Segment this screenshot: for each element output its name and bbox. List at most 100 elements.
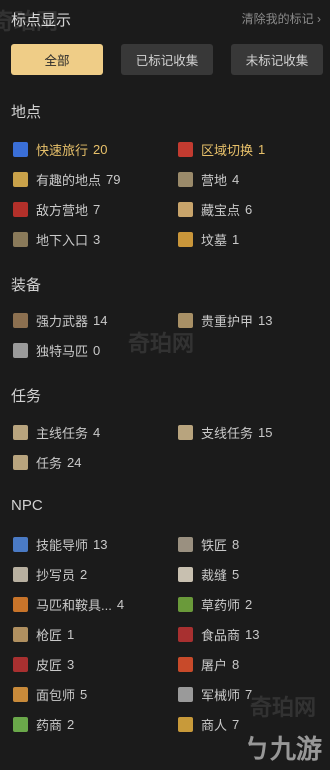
armorer-icon	[178, 686, 193, 702]
category-label: 区域切换	[201, 142, 254, 158]
category-count: 8	[232, 656, 240, 672]
pin-icon	[13, 171, 28, 187]
treasure-map-icon	[178, 201, 193, 217]
category-label: 有趣的地点	[36, 172, 102, 188]
category-item-npc[interactable]: 皮匠 3	[13, 654, 74, 674]
category-label: 技能导师	[36, 537, 89, 553]
butcher-icon	[178, 656, 193, 672]
category-count: 4	[116, 596, 125, 612]
category-count: 4	[232, 171, 240, 187]
category-item-locations[interactable]: 地下入口 3	[13, 229, 100, 249]
section-title-locations: 地点	[11, 104, 42, 121]
category-count: 7	[93, 201, 101, 217]
category-label: 面包师	[36, 687, 76, 703]
bread-icon	[13, 686, 28, 702]
category-label: 抄写员	[36, 567, 76, 583]
category-count: 4	[93, 424, 101, 440]
category-label: 任务	[36, 455, 63, 471]
category-label: 商人	[201, 717, 228, 733]
category-item-npc[interactable]: 技能导师 13	[13, 534, 107, 554]
category-count: 7	[232, 716, 240, 732]
category-item-npc[interactable]: 军械师 7	[178, 684, 252, 704]
section-title-quests: 任务	[11, 388, 42, 405]
category-count: 13	[245, 626, 260, 642]
underground-icon	[13, 231, 28, 247]
merchant-icon	[178, 716, 193, 732]
filter-marked-button[interactable]: 已标记收集	[121, 44, 213, 75]
category-item-npc[interactable]: 马匹和鞍具... 4	[13, 594, 124, 614]
category-item-locations[interactable]: 营地 4	[178, 169, 239, 189]
category-item-npc[interactable]: 抄写员 2	[13, 564, 87, 584]
saddle-icon	[13, 596, 28, 612]
header: 标点显示 清除我的标记 ›	[0, 0, 330, 36]
category-item-npc[interactable]: 食品商 13	[178, 624, 259, 644]
category-label: 铁匠	[201, 537, 228, 553]
trainer-icon	[13, 536, 28, 552]
quill-icon	[13, 566, 28, 582]
category-item-npc[interactable]: 裁缝 5	[178, 564, 239, 584]
category-label: 地下入口	[36, 232, 89, 248]
category-item-quests[interactable]: 任务 24	[13, 452, 81, 472]
category-item-npc[interactable]: 铁匠 8	[178, 534, 239, 554]
category-count: 8	[232, 536, 240, 552]
category-item-locations[interactable]: 藏宝点 6	[178, 199, 252, 219]
category-count: 3	[93, 231, 101, 247]
potion-icon	[13, 716, 28, 732]
clear-markers-link[interactable]: 清除我的标记 ›	[242, 10, 321, 27]
category-item-quests[interactable]: 主线任务 4	[13, 422, 100, 442]
category-count: 3	[67, 656, 75, 672]
hammer-icon	[178, 536, 193, 552]
category-label: 皮匠	[36, 657, 63, 673]
category-count: 13	[93, 536, 108, 552]
category-item-locations[interactable]: 有趣的地点 79	[13, 169, 120, 189]
category-count: 6	[245, 201, 253, 217]
category-item-locations[interactable]: 区域切换 1	[178, 139, 265, 159]
category-label: 食品商	[201, 627, 241, 643]
main-quest-shield-icon	[13, 424, 28, 440]
category-count: 1	[67, 626, 75, 642]
category-label: 主线任务	[36, 425, 89, 441]
category-item-quests[interactable]: 支线任务 15	[178, 422, 272, 442]
category-label: 枪匠	[36, 627, 63, 643]
page-title: 标点显示	[11, 12, 72, 29]
category-label: 军械师	[201, 687, 241, 703]
category-count: 15	[258, 424, 273, 440]
category-label: 支线任务	[201, 425, 254, 441]
category-label: 草药师	[201, 597, 241, 613]
category-count: 7	[245, 686, 253, 702]
section-title-npc: NPC	[11, 497, 43, 514]
enemy-camp-icon	[13, 201, 28, 217]
category-item-npc[interactable]: 草药师 2	[178, 594, 252, 614]
category-item-gear[interactable]: 强力武器 14	[13, 310, 107, 330]
category-count: 2	[80, 566, 88, 582]
quest-shield-icon	[13, 454, 28, 470]
category-item-npc[interactable]: 商人 7	[178, 714, 239, 734]
needle-icon	[178, 566, 193, 582]
category-count: 0	[93, 342, 101, 358]
category-item-npc[interactable]: 面包师 5	[13, 684, 87, 704]
category-label: 藏宝点	[201, 202, 241, 218]
category-item-gear[interactable]: 独特马匹 0	[13, 340, 100, 360]
category-label: 裁缝	[201, 567, 228, 583]
fast-travel-icon	[13, 141, 28, 157]
filter-all-button[interactable]: 全部	[11, 44, 103, 75]
category-item-locations[interactable]: 快速旅行 20	[13, 139, 107, 159]
watermark: 奇珀网	[250, 695, 317, 720]
jiuyou-logo: ㄅ九游	[244, 729, 322, 766]
category-item-locations[interactable]: 敌方营地 7	[13, 199, 100, 219]
category-count: 24	[67, 454, 82, 470]
gunsmith-icon	[13, 626, 28, 642]
category-item-npc[interactable]: 枪匠 1	[13, 624, 74, 644]
category-item-locations[interactable]: 坟墓 1	[178, 229, 239, 249]
category-label: 独特马匹	[36, 343, 89, 359]
region-switch-icon	[178, 141, 193, 157]
category-count: 1	[258, 141, 266, 157]
side-quest-shield-icon	[178, 424, 193, 440]
category-item-npc[interactable]: 药商 2	[13, 714, 74, 734]
category-count: 2	[245, 596, 253, 612]
filter-unmarked-button[interactable]: 未标记收集	[231, 44, 323, 75]
category-item-npc[interactable]: 屠户 8	[178, 654, 239, 674]
category-label: 快速旅行	[36, 142, 89, 158]
category-item-gear[interactable]: 贵重护甲 13	[178, 310, 272, 330]
filter-bar: 全部 已标记收集 未标记收集	[0, 44, 330, 76]
